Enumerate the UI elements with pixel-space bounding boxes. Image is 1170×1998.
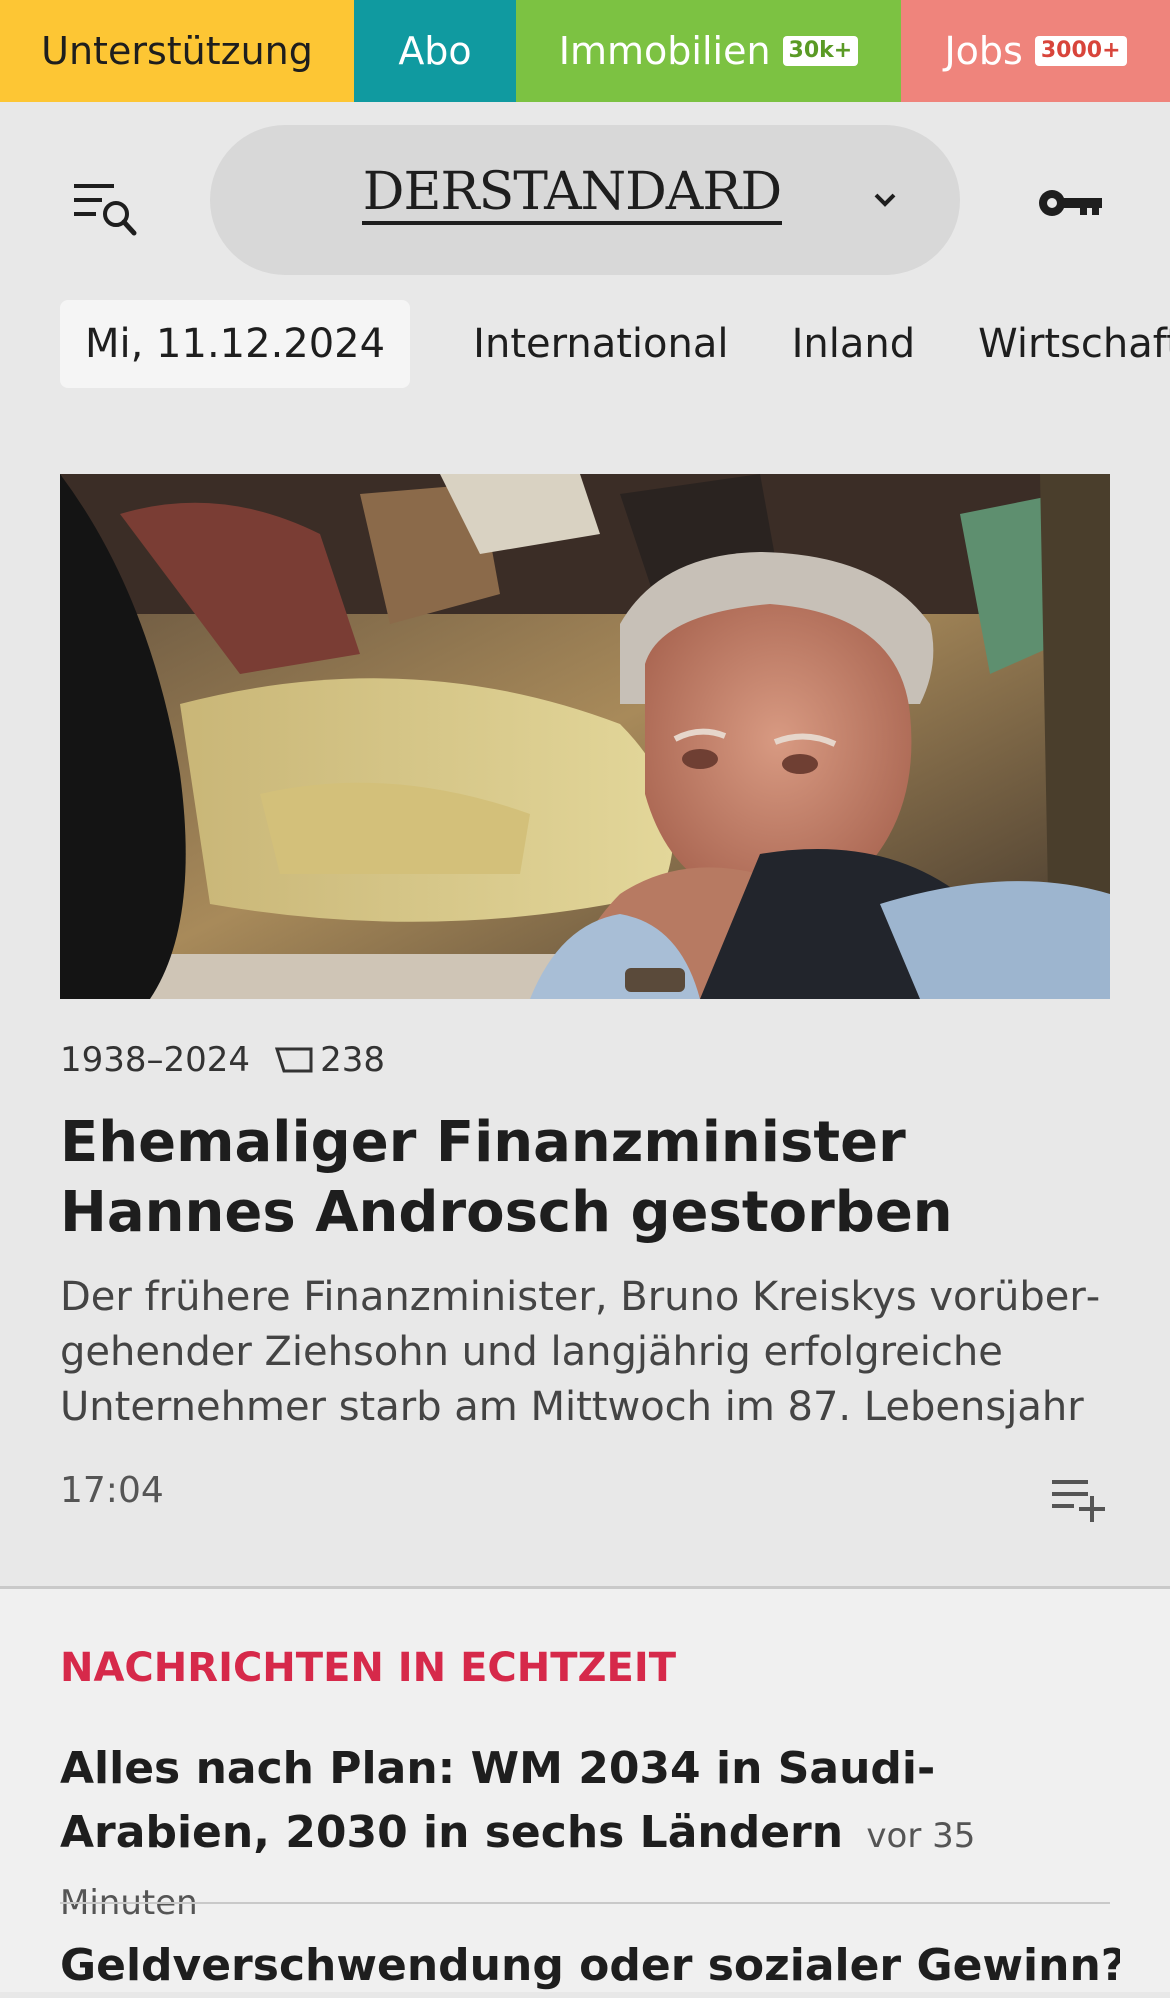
immobilien-count-badge: 30k+ bbox=[782, 36, 859, 66]
jobs-label: Jobs bbox=[944, 29, 1023, 73]
jobs-count-badge: 3000+ bbox=[1034, 36, 1127, 66]
list-divider bbox=[60, 1902, 1110, 1904]
hero-photo bbox=[60, 474, 1110, 999]
section-nav: Mi, 11.12.2024 International Inland Wirt… bbox=[60, 300, 1170, 388]
hero-article-image[interactable] bbox=[60, 474, 1110, 999]
jobs-link[interactable]: Jobs 3000+ bbox=[901, 0, 1170, 102]
live-news-section: NACHRICHTEN IN ECHTZEIT Alles nach Plan:… bbox=[0, 1589, 1170, 1992]
live-news-item-title: Alles nach Plan: WM 2034 in Saudi-Arabie… bbox=[60, 1743, 936, 1858]
nav-item-wirtschaft[interactable]: Wirtschaft bbox=[978, 300, 1170, 388]
logo-edition-selector[interactable]: DERSTANDARD bbox=[210, 125, 960, 275]
nav-item-inland[interactable]: Inland bbox=[792, 300, 916, 388]
site-logo[interactable]: DERSTANDARD bbox=[362, 163, 782, 225]
support-label: Unterstützung bbox=[41, 29, 313, 73]
article-lead: Der frühere Finanzminister, Bruno Kreisk… bbox=[60, 1274, 1101, 1430]
comment-count[interactable]: 238 bbox=[320, 1040, 385, 1080]
comment-icon bbox=[275, 1047, 313, 1073]
menu-search-icon bbox=[74, 184, 137, 236]
article-kicker: 1938–2024 bbox=[60, 1040, 251, 1080]
article-meta: 1938–2024 238 bbox=[60, 1040, 385, 1080]
key-icon bbox=[1039, 190, 1102, 216]
login-button[interactable] bbox=[1036, 180, 1106, 226]
current-date: Mi, 11.12.2024 bbox=[60, 300, 411, 388]
playlist-add-icon bbox=[1052, 1480, 1105, 1522]
chevron-down-icon bbox=[874, 193, 896, 207]
live-news-title: NACHRICHTEN IN ECHTZEIT bbox=[60, 1645, 677, 1691]
abo-link[interactable]: Abo bbox=[354, 0, 516, 102]
article-time: 17:04 bbox=[60, 1470, 164, 1511]
add-to-reading-list-button[interactable] bbox=[1052, 1478, 1110, 1522]
article-headline[interactable]: Ehemaliger Finanzminister Hannes Androsc… bbox=[60, 1108, 1120, 1248]
support-link[interactable]: Unterstützung bbox=[0, 0, 354, 102]
live-news-item[interactable]: Alles nach Plan: WM 2034 in Saudi-Arabie… bbox=[60, 1737, 1120, 1935]
abo-label: Abo bbox=[398, 29, 472, 73]
immobilien-link[interactable]: Immobilien 30k+ bbox=[516, 0, 901, 102]
menu-search-button[interactable] bbox=[72, 180, 138, 240]
live-news-item[interactable]: Geldverschwendung oder sozialer Gewinn? … bbox=[60, 1934, 1120, 1998]
top-category-bar: Unterstützung Abo Immobilien 30k+ Jobs 3… bbox=[0, 0, 1170, 102]
nav-item-international[interactable]: International bbox=[473, 300, 728, 388]
immobilien-label: Immobilien bbox=[558, 29, 771, 73]
live-news-item-title: Geldverschwendung oder sozialer Gewinn? … bbox=[60, 1940, 1120, 1991]
